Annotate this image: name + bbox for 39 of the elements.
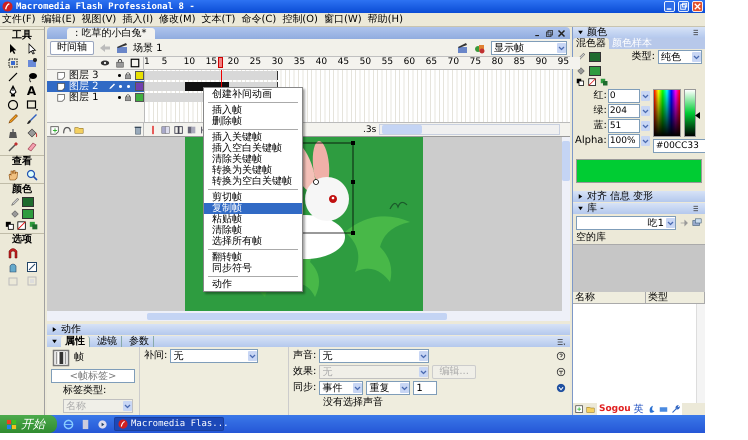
frame-number: 30 <box>272 57 284 68</box>
frame-number: 5 <box>162 57 168 68</box>
section-title: 颜色 <box>0 183 44 195</box>
frame-number: 65 <box>426 57 438 68</box>
frame-number: 75 <box>470 57 482 68</box>
panel-title: 工具 <box>0 29 44 41</box>
label-type-label: 标签类型: <box>63 385 108 397</box>
tween-label: 补间: <box>144 350 168 362</box>
sound-status: 没有选择声音 <box>323 397 383 409</box>
window-title: Macromedia Flash Professional 8 - <box>16 2 195 12</box>
frame-number: 1 <box>144 57 150 68</box>
frame-number: 80 <box>492 57 504 68</box>
type-label: 类型: <box>632 51 655 63</box>
frame-number: 55 <box>382 57 394 68</box>
frame-number: 40 <box>316 57 328 68</box>
frame-number: 20 <box>228 57 240 68</box>
frame-number: 70 <box>448 57 460 68</box>
effect-label: 效果: <box>293 366 316 378</box>
sync-label: 同步: <box>293 382 316 394</box>
channel-label: 绿: <box>593 105 607 117</box>
frame-number: 50 <box>360 57 372 68</box>
elapsed-time: .3s <box>363 124 376 135</box>
channel-label: 红: <box>593 90 607 102</box>
frame-number: 45 <box>338 57 350 68</box>
frame-number: 35 <box>294 57 306 68</box>
frame-title: 帧 <box>74 352 84 364</box>
frame-number: 15 <box>206 57 218 68</box>
sound-label: 声音: <box>293 350 316 362</box>
frame-number: 90 <box>536 57 548 68</box>
frame-number: 60 <box>404 57 416 68</box>
channel-label: Alpha: <box>575 135 607 147</box>
section-title: 查看 <box>0 155 44 167</box>
frame-number: 95 <box>558 57 570 68</box>
frame-number: 25 <box>250 57 262 68</box>
channel-label: 蓝: <box>593 120 607 132</box>
frame-number: 85 <box>514 57 526 68</box>
section-title: 选项 <box>0 233 44 245</box>
scene-label: 场景 1 <box>133 42 163 55</box>
frame-number: 10 <box>184 57 196 68</box>
